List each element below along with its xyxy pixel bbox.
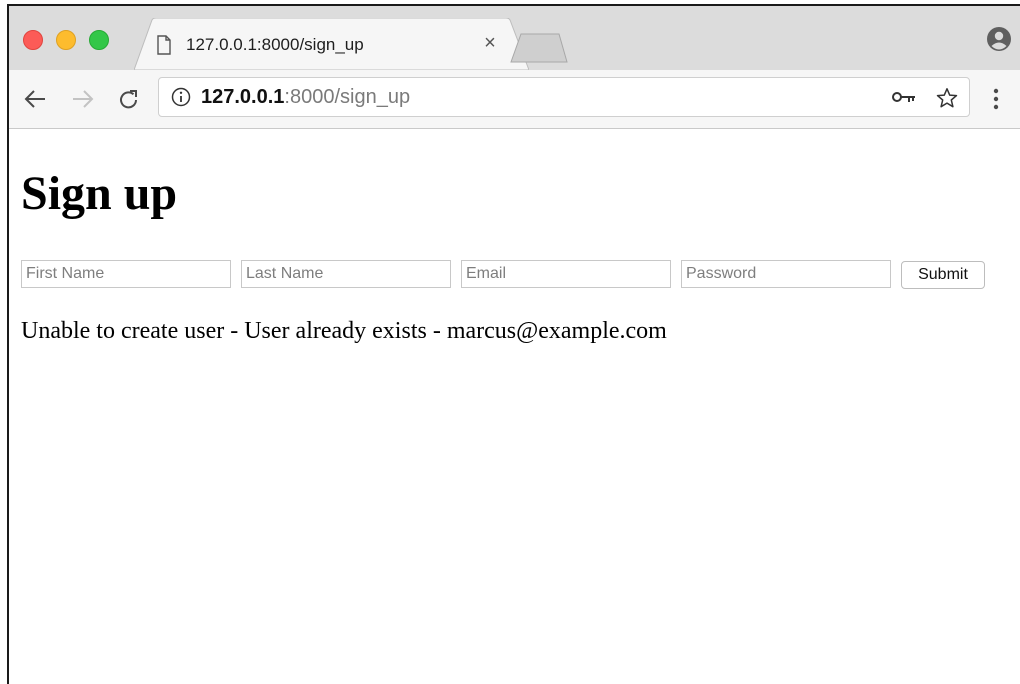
error-message: Unable to create user - User already exi… <box>21 318 667 344</box>
back-arrow-icon[interactable] <box>23 88 47 110</box>
title-bar: 127.0.0.1:8000/sign_up × <box>9 6 1020 70</box>
info-icon[interactable] <box>171 87 191 107</box>
forward-arrow-icon[interactable] <box>71 88 95 110</box>
browser-toolbar: 127.0.0.1:8000/sign_up <box>9 70 1020 129</box>
page-icon <box>157 35 171 55</box>
new-tab-button[interactable] <box>509 32 569 64</box>
browser-window: 127.0.0.1:8000/sign_up × 127.0.0.1:8000/… <box>7 4 1020 684</box>
menu-dots-icon[interactable] <box>992 87 1000 111</box>
tab-close-button[interactable]: × <box>479 32 501 55</box>
browser-tab[interactable]: 127.0.0.1:8000/sign_up × <box>134 18 529 70</box>
profile-icon[interactable] <box>986 26 1012 52</box>
minimize-window-button[interactable] <box>56 30 76 50</box>
url-host: 127.0.0.1 <box>201 86 285 108</box>
submit-button[interactable]: Submit <box>901 261 985 289</box>
url-text[interactable]: 127.0.0.1:8000/sign_up <box>201 86 410 109</box>
email-field[interactable] <box>461 260 671 288</box>
password-field[interactable] <box>681 260 891 288</box>
star-icon[interactable] <box>936 87 958 109</box>
last-name-field[interactable] <box>241 260 451 288</box>
page-title: Sign up <box>21 167 178 220</box>
zoom-window-button[interactable] <box>89 30 109 50</box>
url-path: :8000/sign_up <box>284 86 411 108</box>
key-icon[interactable] <box>892 91 916 103</box>
address-bar[interactable]: 127.0.0.1:8000/sign_up <box>158 77 970 117</box>
reload-icon[interactable] <box>117 88 141 112</box>
first-name-field[interactable] <box>21 260 231 288</box>
close-window-button[interactable] <box>23 30 43 50</box>
tab-title: 127.0.0.1:8000/sign_up <box>186 35 364 54</box>
